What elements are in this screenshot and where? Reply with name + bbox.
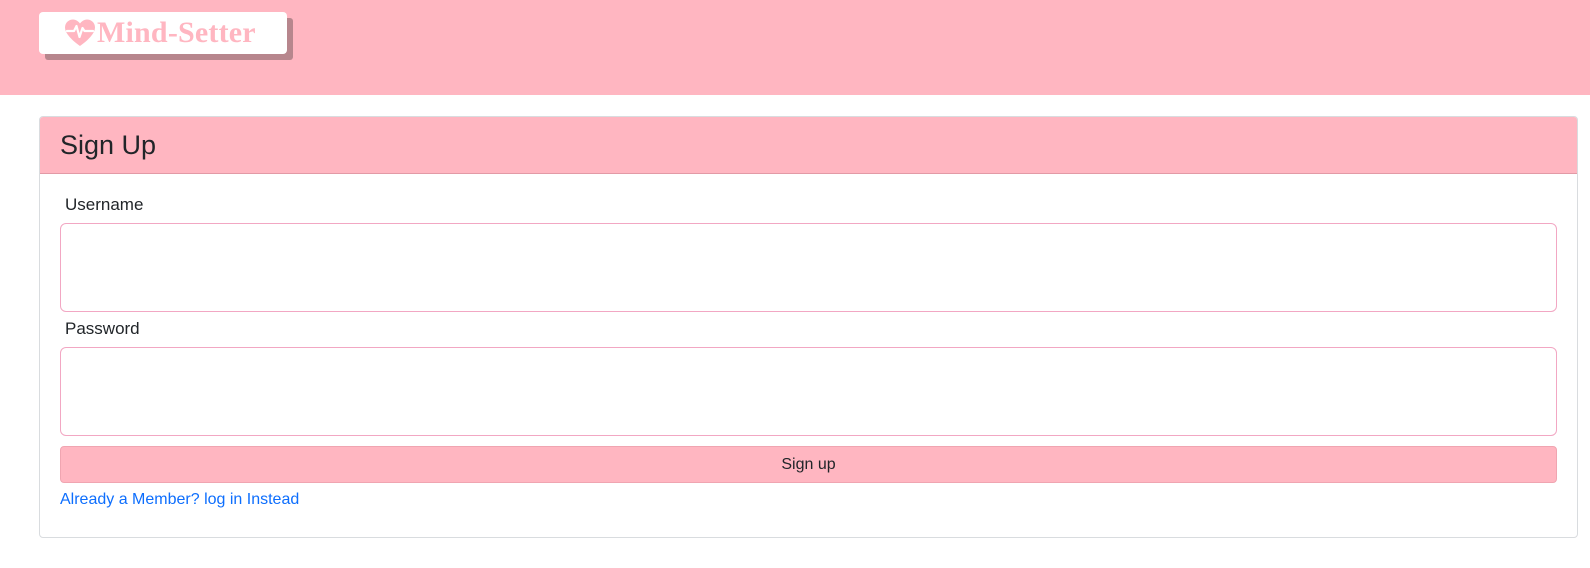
username-label: Username: [65, 195, 144, 214]
brand-name: Mind-Setter: [97, 16, 256, 49]
password-field[interactable]: [60, 347, 1557, 436]
heart-pulse-icon: [63, 18, 97, 48]
password-label: Password: [65, 319, 140, 338]
signup-button[interactable]: Sign up: [60, 446, 1557, 483]
signup-card: Sign Up Username Password Sign up Alread…: [39, 116, 1578, 538]
page-title: Sign Up: [60, 129, 157, 160]
login-instead-link[interactable]: Already a Member? log in Instead: [60, 491, 299, 509]
brand-logo[interactable]: Mind-Setter: [39, 12, 287, 54]
card-header: Sign Up: [40, 117, 1577, 174]
top-navbar: Mind-Setter: [0, 0, 1590, 95]
username-field[interactable]: [60, 223, 1557, 312]
